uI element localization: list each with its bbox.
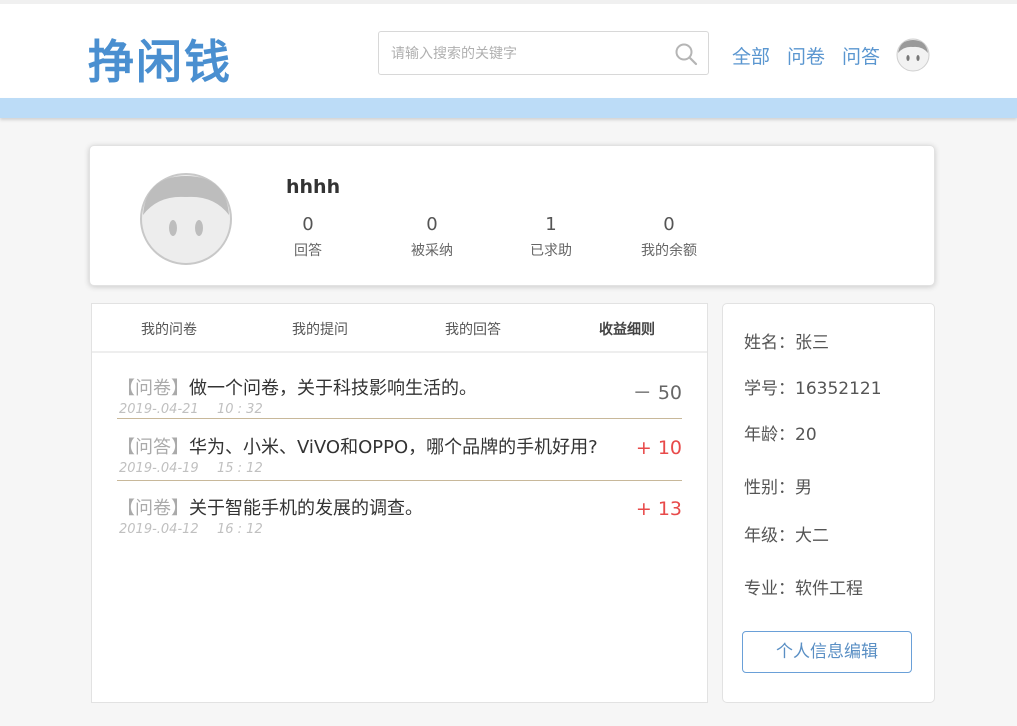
- records-panel: 我的问卷 我的提问 我的回答 收益细则 【问卷】做一个问卷，关于科技影响生活的。…: [91, 303, 708, 703]
- record-tag: 【问卷】: [117, 498, 189, 519]
- profile-username: hhhh: [286, 176, 341, 198]
- stat-balance[interactable]: 0 我的余额: [624, 214, 714, 260]
- tab-bar: 我的问卷 我的提问 我的回答 收益细则: [92, 304, 707, 353]
- stat-label: 回答: [294, 243, 322, 259]
- personal-info-panel: 姓名：张三 学号：16352121 年龄：20 性别：男 年级：大二 专业：软件…: [722, 303, 935, 703]
- stat-label: 我的余额: [641, 243, 697, 259]
- record-time: 10 : 32: [217, 402, 263, 417]
- info-major: 专业：软件工程: [744, 579, 863, 599]
- edit-profile-button[interactable]: 个人信息编辑: [742, 631, 912, 673]
- top-header: 挣闲钱 全部 问卷 问答: [0, 0, 1017, 98]
- nav-qa[interactable]: 问答: [842, 42, 880, 69]
- record-date: 2019-.04-12: [119, 522, 199, 537]
- list-item[interactable]: 【问答】华为、小米、ViVO和OPPO，哪个品牌的手机好用? 2019-.04-…: [117, 433, 682, 476]
- record-tag: 【问答】: [117, 437, 189, 458]
- info-grade: 年级：大二: [744, 526, 829, 546]
- record-title[interactable]: 【问卷】关于智能手机的发展的调查。: [117, 494, 682, 520]
- record-title-text: 做一个问卷，关于科技影响生活的。: [189, 378, 477, 399]
- record-title[interactable]: 【问卷】做一个问卷，关于科技影响生活的。: [117, 374, 682, 400]
- record-title[interactable]: 【问答】华为、小米、ViVO和OPPO，哪个品牌的手机好用?: [117, 433, 682, 459]
- stat-adopted[interactable]: 0 被采纳: [387, 214, 477, 260]
- stat-requests[interactable]: 1 已求助: [506, 214, 596, 260]
- tab-my-questions[interactable]: 我的提问: [292, 319, 348, 339]
- profile-card: hhhh 0 回答 0 被采纳 1 已求助 0 我的余额: [89, 145, 935, 286]
- record-amount: + 13: [635, 498, 682, 520]
- tab-earnings-detail[interactable]: 收益细则: [599, 319, 655, 339]
- record-divider: [117, 418, 682, 419]
- record-date: 2019-.04-21: [119, 402, 199, 417]
- record-divider: [117, 480, 682, 481]
- search-icon[interactable]: [674, 42, 698, 66]
- search-box[interactable]: [378, 31, 709, 75]
- user-avatar-icon[interactable]: [896, 38, 930, 72]
- nav-survey[interactable]: 问卷: [787, 42, 825, 69]
- nav-all[interactable]: 全部: [732, 42, 770, 69]
- tab-my-surveys[interactable]: 我的问卷: [141, 319, 197, 339]
- record-title-text: 华为、小米、ViVO和OPPO，哪个品牌的手机好用?: [189, 437, 598, 458]
- record-amount: － 50: [632, 382, 682, 404]
- info-student-id: 学号：16352121: [744, 379, 882, 399]
- record-time: 15 : 12: [217, 461, 263, 476]
- record-amount: + 10: [635, 437, 682, 459]
- site-logo[interactable]: 挣闲钱: [88, 26, 232, 92]
- record-tag: 【问卷】: [117, 378, 189, 399]
- stat-value: 0: [663, 214, 675, 235]
- info-name: 姓名：张三: [744, 333, 829, 353]
- header-accent-bar: [0, 98, 1017, 118]
- tab-my-answers[interactable]: 我的回答: [445, 319, 501, 339]
- list-item[interactable]: 【问卷】做一个问卷，关于科技影响生活的。 2019-.04-21 10 : 32…: [117, 374, 682, 417]
- record-title-text: 关于智能手机的发展的调查。: [189, 498, 423, 519]
- list-item[interactable]: 【问卷】关于智能手机的发展的调查。 2019-.04-12 16 : 12 + …: [117, 494, 682, 537]
- info-age: 年龄：20: [744, 425, 817, 445]
- stat-answers[interactable]: 0 回答: [263, 214, 353, 260]
- record-date: 2019-.04-19: [119, 461, 199, 476]
- info-gender: 性别：男: [744, 478, 812, 498]
- stat-value: 0: [302, 214, 314, 235]
- stat-label: 被采纳: [411, 243, 453, 259]
- profile-avatar-icon: [140, 173, 232, 265]
- stat-value: 1: [545, 214, 557, 235]
- stat-value: 0: [426, 214, 438, 235]
- stat-label: 已求助: [530, 243, 572, 259]
- record-time: 16 : 12: [217, 522, 263, 537]
- search-input[interactable]: [389, 42, 663, 66]
